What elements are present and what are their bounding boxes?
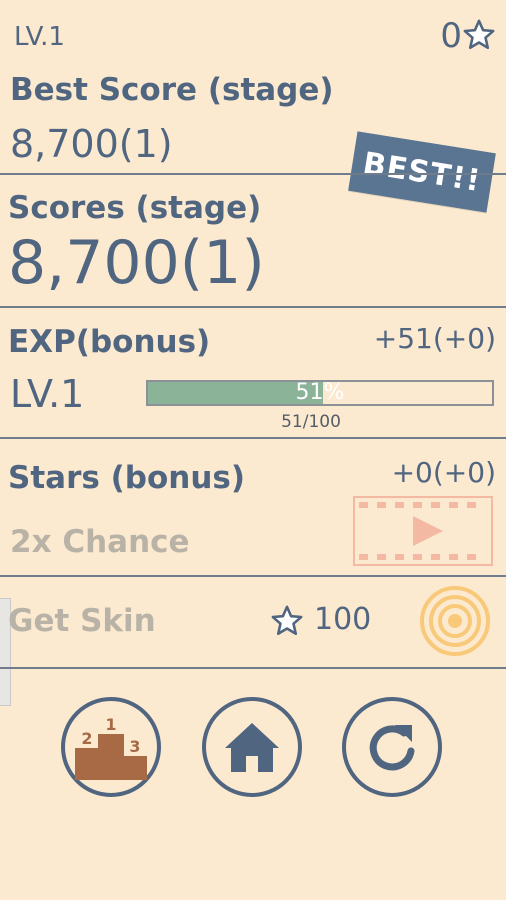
divider — [0, 437, 506, 439]
divider — [0, 667, 506, 669]
best-score-value: 8,700(1) — [10, 122, 173, 166]
exp-progress-bar: 51% — [146, 380, 494, 406]
podium-rank-2: 2 — [81, 729, 92, 748]
stars-bonus-gain: +0(+0) — [391, 456, 496, 489]
home-button[interactable] — [202, 697, 302, 797]
star-icon — [463, 19, 495, 50]
exp-percent: 51% — [295, 380, 345, 405]
podium-rank-3: 3 — [129, 737, 140, 756]
star-count: 0 — [440, 16, 462, 56]
podium-rank-1: 1 — [105, 715, 116, 734]
player-level: LV.1 — [14, 22, 65, 52]
divider — [0, 173, 506, 175]
scores-title: Scores (stage) — [8, 190, 262, 226]
star-icon — [271, 605, 303, 636]
best-badge: BEST!! — [348, 131, 496, 213]
exp-title: EXP(bonus) — [8, 324, 211, 360]
video-play-icon — [359, 502, 476, 560]
leaderboard-button[interactable]: 1 2 3 — [61, 697, 161, 797]
leaderboard-icon: 1 2 3 — [75, 715, 147, 780]
retry-icon — [369, 725, 415, 771]
stars-bonus-title: Stars (bonus) — [8, 460, 246, 496]
exp-level: LV.1 — [10, 372, 85, 416]
exp-fraction: 51/100 — [281, 412, 341, 432]
divider — [0, 575, 506, 577]
scores-value: 8,700(1) — [8, 228, 265, 298]
exp-gain: +51(+0) — [373, 322, 496, 355]
best-score-title: Best Score (stage) — [10, 72, 334, 108]
retry-button[interactable] — [342, 697, 442, 797]
home-icon — [225, 723, 279, 772]
double-chance-label: 2x Chance — [10, 524, 190, 560]
get-skin-label: Get Skin — [8, 603, 156, 639]
watch-video-button[interactable] — [353, 496, 493, 566]
target-icon[interactable] — [420, 586, 490, 656]
divider — [0, 306, 506, 308]
skin-price: 100 — [314, 602, 372, 637]
